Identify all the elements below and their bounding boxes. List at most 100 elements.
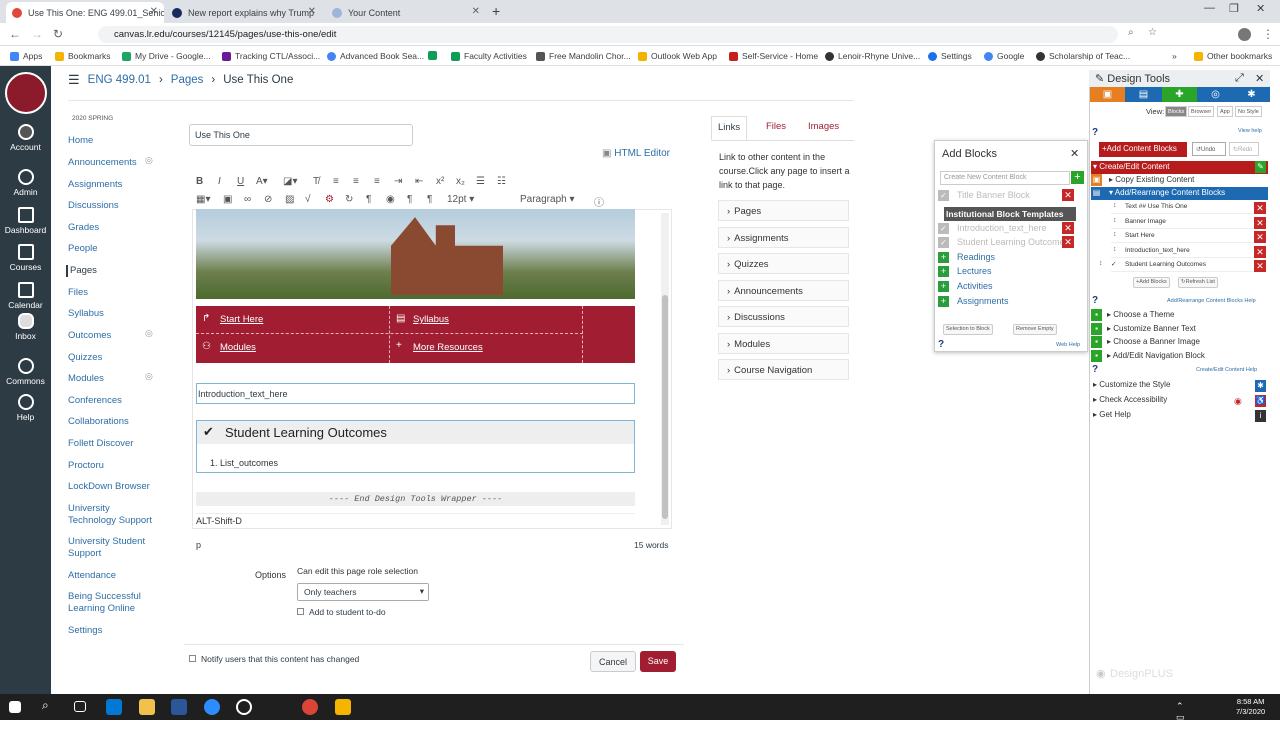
bookmark-item[interactable]: Advanced Book Sea...: [327, 51, 424, 61]
close-icon[interactable]: ✕: [1255, 72, 1264, 85]
background-color-icon[interactable]: ◪▾: [283, 176, 297, 187]
drag-handle-icon[interactable]: ↕: [1099, 260, 1103, 267]
view-app[interactable]: App: [1217, 106, 1233, 117]
block-readings[interactable]: + Readings: [938, 252, 1076, 266]
browser-tab-canvas[interactable]: Use This One: ENG 499.01_Senio ✕: [6, 2, 164, 23]
course-nav-settings[interactable]: Settings: [68, 625, 152, 637]
tab-images[interactable]: Images: [802, 116, 845, 140]
course-nav-assignments[interactable]: Assignments: [68, 179, 152, 191]
view-help-link[interactable]: View help: [1238, 128, 1262, 134]
redo-button[interactable]: ↻Redo: [1229, 142, 1259, 156]
menu-choose-a-banner-image[interactable]: ▸ Choose a Banner Image: [1091, 336, 1268, 349]
content-block-item[interactable]: ↕ ✓ Student Learning Outcomes: [1099, 259, 1256, 272]
other-bookmarks[interactable]: Other bookmarks: [1194, 51, 1272, 61]
back-icon[interactable]: ←: [9, 27, 21, 41]
copy-icon[interactable]: ▣: [1090, 87, 1125, 102]
font-size-select[interactable]: 12pt ▾: [447, 194, 474, 205]
view-blocks[interactable]: Blocks: [1165, 106, 1188, 117]
add-rearrange-header[interactable]: ▾ Add/Rearrange Content Blocks: [1091, 187, 1268, 200]
remove-icon[interactable]: ✕: [1254, 202, 1266, 214]
create-help-link[interactable]: Create/Edit Content Help: [1196, 367, 1257, 373]
html-editor-link[interactable]: ▣ HTML Editor: [602, 148, 670, 159]
nav-dashboard[interactable]: Dashboard: [0, 207, 51, 235]
outlook-icon[interactable]: [106, 699, 122, 715]
bookmark-item[interactable]: Scholarship of Teac...: [1036, 51, 1130, 61]
content-section-announcements[interactable]: › Announcements: [718, 279, 849, 301]
remove-icon[interactable]: ✕: [1062, 236, 1074, 248]
course-nav-attendance[interactable]: Attendance: [68, 570, 152, 582]
accessibility-icon[interactable]: ⓘ: [594, 194, 604, 209]
browser-tab-content[interactable]: Your Content ✕: [326, 2, 486, 23]
save-button[interactable]: Save: [640, 651, 676, 672]
block-assignments[interactable]: + Assignments: [938, 296, 1076, 310]
browser-tab-news[interactable]: New report explains why Trump ✕: [166, 2, 322, 23]
forward-icon[interactable]: →: [31, 27, 43, 41]
add-content-blocks-button[interactable]: +Add Content Blocks: [1099, 142, 1187, 157]
content-block-item[interactable]: ↕ Introduction_text_here: [1111, 245, 1256, 258]
refresh-list-button[interactable]: ↻Refresh List: [1178, 277, 1218, 288]
ltr-icon[interactable]: ¶: [366, 194, 371, 205]
bookmark-item[interactable]: Self-Service - Home: [729, 51, 818, 61]
remove-icon[interactable]: ✕: [1254, 245, 1266, 258]
menu-icon[interactable]: ⋮: [1262, 27, 1274, 41]
nav-link-more-resources[interactable]: More Resources: [413, 342, 483, 353]
close-tab-icon[interactable]: ✕: [308, 6, 316, 17]
course-nav-people[interactable]: People: [68, 243, 152, 255]
subscript-icon[interactable]: x₂: [456, 176, 465, 187]
remove-empty-button[interactable]: Remove Empty: [1013, 324, 1057, 335]
bookmark-item[interactable]: Bookmarks: [55, 51, 111, 61]
nav-link-syllabus[interactable]: Syllabus: [413, 314, 449, 325]
content-block-item[interactable]: ↕ Start Here: [1111, 230, 1256, 243]
bookmark-item[interactable]: Tracking CTL/Associ...: [222, 51, 320, 61]
block-title-banner[interactable]: ✓ Title Banner Block ✕: [938, 189, 1076, 204]
course-nav-being-successful-learning-online[interactable]: Being Successful Learning Online: [68, 591, 152, 615]
nav-commons[interactable]: Commons: [0, 358, 51, 386]
nav-account[interactable]: Account: [0, 124, 51, 152]
view-browser[interactable]: Browser: [1188, 106, 1215, 117]
settings-icon[interactable]: ✱: [1234, 87, 1269, 102]
remove-icon[interactable]: ✕: [1062, 189, 1074, 201]
search-icon[interactable]: ⌕: [42, 698, 58, 714]
bookmark-item[interactable]: Outlook Web App: [638, 51, 717, 61]
course-nav-follett-discover[interactable]: Follett Discover: [68, 438, 152, 450]
profile-avatar[interactable]: [1238, 28, 1251, 41]
bookmark-item[interactable]: Free Mandolin Chor...: [536, 51, 631, 61]
bold-icon[interactable]: B: [196, 176, 203, 187]
paragraph-select[interactable]: Paragraph ▾: [520, 194, 575, 205]
course-nav-home[interactable]: Home: [68, 135, 152, 147]
collapse-nav-icon[interactable]: ⇤: [18, 737, 28, 751]
outdent-icon[interactable]: ⇤: [415, 176, 423, 187]
zoom-icon[interactable]: [204, 699, 220, 715]
course-nav-university-technology-support[interactable]: University Technology Support: [68, 503, 152, 527]
course-nav-grades[interactable]: Grades: [68, 222, 152, 234]
copy-existing-content[interactable]: ▸ Copy Existing Content: [1091, 174, 1268, 187]
breadcrumb-section[interactable]: Pages: [171, 74, 204, 86]
rearrange-help-link[interactable]: Add/Rearrange Content Blocks Help: [1167, 298, 1256, 304]
text-color-icon[interactable]: A▾: [256, 176, 268, 187]
bookmark-item[interactable]: Apps: [10, 51, 42, 61]
bookmark-item[interactable]: Google: [984, 51, 1024, 61]
rtl-icon[interactable]: ¶: [407, 194, 412, 205]
tab-links[interactable]: Links: [711, 116, 748, 140]
new-tab-icon[interactable]: +: [492, 3, 500, 19]
file-explorer-icon[interactable]: [139, 699, 155, 715]
course-nav-outcomes[interactable]: Outcomes: [68, 330, 152, 342]
media-icon[interactable]: ▣: [223, 194, 232, 205]
content-block-item[interactable]: ↕ Text ## Use This One: [1111, 201, 1256, 214]
remove-icon[interactable]: ✕: [1062, 222, 1074, 234]
chrome-icon[interactable]: [302, 699, 318, 715]
add-block-icon[interactable]: +: [1071, 171, 1084, 184]
nav-admin[interactable]: Admin: [0, 169, 51, 197]
help-icon[interactable]: ?: [1092, 295, 1098, 306]
task-view-icon[interactable]: [74, 701, 86, 712]
create-edit-content-header[interactable]: ▾ Create/Edit Content: [1091, 161, 1268, 174]
drag-handle-icon[interactable]: ↕: [1113, 217, 1117, 224]
nav-link-start-here[interactable]: Start Here: [220, 314, 263, 325]
windows-start-icon[interactable]: [9, 701, 21, 713]
remove-icon[interactable]: ✕: [1254, 216, 1266, 229]
edit-icon[interactable]: ✎: [1255, 161, 1266, 173]
selection-to-block-button[interactable]: Selection to Block: [943, 324, 993, 335]
taskbar-clock[interactable]: 8:58 AM 7/3/2020: [1236, 697, 1265, 717]
table-icon[interactable]: ▦▾: [196, 194, 210, 205]
close-icon[interactable]: ✕: [1070, 147, 1079, 160]
